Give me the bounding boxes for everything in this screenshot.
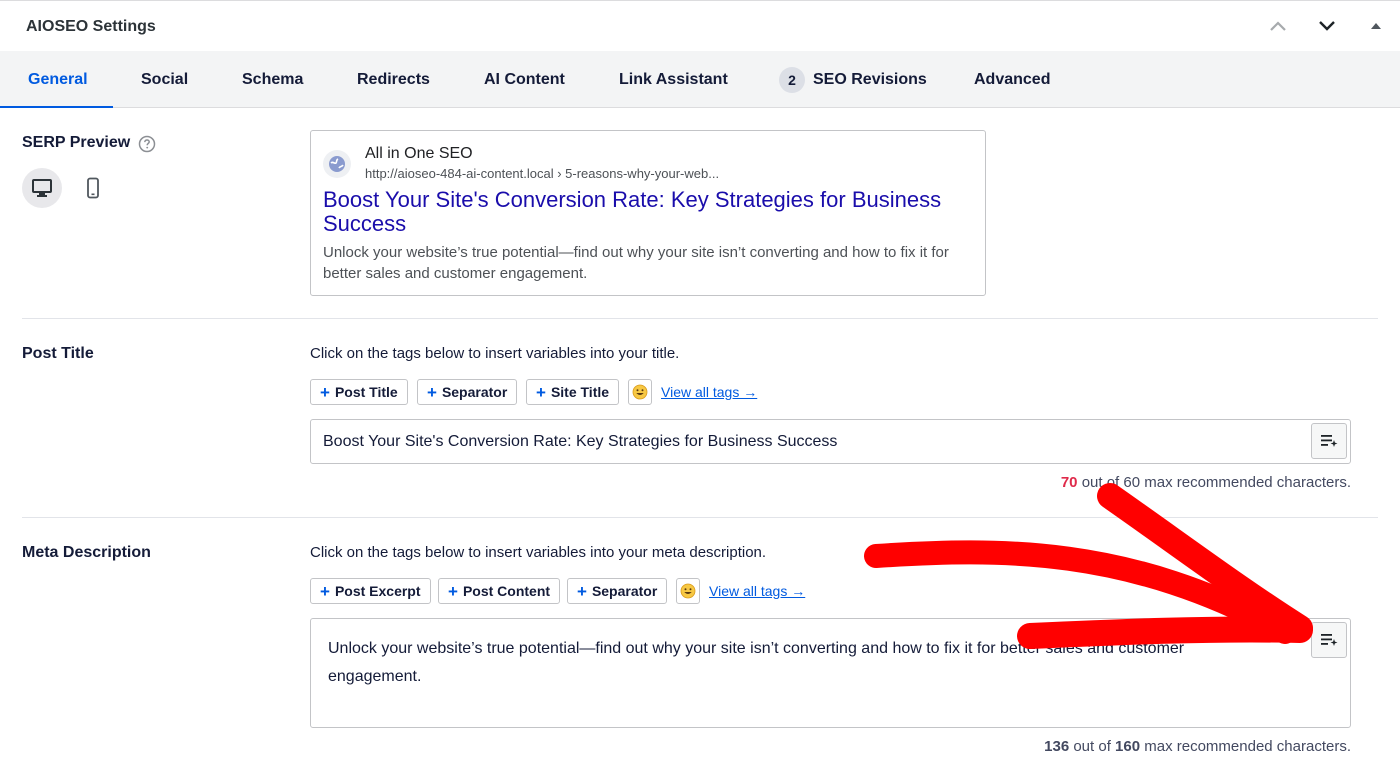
emoji-picker-button[interactable] [628,379,652,405]
caret-up-icon [1371,23,1381,29]
tab-seo-revisions[interactable]: 2 SEO Revisions [779,51,927,108]
tag-label: Post Excerpt [334,583,421,599]
tag-post-excerpt-button[interactable]: + Post Excerpt [310,578,431,604]
post-title-input[interactable]: Boost Your Site's Conversion Rate: Key S… [310,419,1351,464]
serp-description: Unlock your website’s true potential—fin… [323,244,949,282]
title-count-suffix: out of 60 max recommended characters. [1077,474,1351,491]
tab-label: Advanced [974,70,1051,88]
title-char-count: 70 [1060,474,1078,491]
tag-post-content-button[interactable]: + Post Content [438,578,561,604]
serp-url: http://aioseo-484-ai-content.local › 5-r… [365,166,720,181]
emoji-icon [632,384,648,400]
meta-description-label: Meta Description [22,544,151,561]
chevron-up-icon [1270,21,1286,31]
tab-label: SEO Revisions [813,70,927,88]
active-tab-indicator [0,106,113,108]
section-divider [22,517,1378,518]
serp-preview-label: SERP Preview [22,134,131,151]
mobile-icon [87,177,99,199]
emoji-picker-button[interactable] [676,578,700,604]
tag-separator-button[interactable]: + Separator [417,379,518,405]
tab-schema[interactable]: Schema [242,51,303,108]
serp-title[interactable]: Boost Your Site's Conversion Rate: Key S… [323,188,963,236]
desktop-preview-button[interactable] [22,168,62,208]
tag-site-title-button[interactable]: + Site Title [526,379,620,405]
tag-label: Post Title [334,384,398,400]
tag-label: Site Title [550,384,610,400]
plus-icon: + [577,581,587,601]
tab-link-assistant[interactable]: Link Assistant [619,51,728,108]
meta-description-value: Unlock your website’s true potential—fin… [328,640,1185,685]
revisions-count-badge: 2 [779,66,805,93]
tab-advanced[interactable]: Advanced [974,51,1050,108]
ai-generate-description-button[interactable] [1311,622,1347,658]
collapse-panel-button[interactable] [1361,11,1391,41]
tab-label: Link Assistant [619,70,728,88]
serp-preview-card: All in One SEO http://aioseo-484-ai-cont… [310,130,986,296]
plus-icon: + [448,581,458,601]
description-char-count: 136 [1044,738,1070,755]
post-title-label: Post Title [22,345,94,362]
desktop-icon [32,179,52,197]
view-all-tags-link[interactable]: View all tags → [661,384,757,400]
site-favicon [323,150,351,178]
tag-label: Separator [441,384,508,400]
post-title-value: Boost Your Site's Conversion Rate: Key S… [323,433,838,450]
tab-label: General [28,70,88,88]
meta-description-instruction: Click on the tags below to insert variab… [310,544,767,561]
view-all-tags-link[interactable]: View all tags → [709,583,805,599]
tab-general[interactable]: General [28,51,88,108]
tab-ai-content[interactable]: AI Content [484,51,565,108]
tab-redirects[interactable]: Redirects [357,51,430,108]
plus-icon: + [320,382,330,402]
tab-social[interactable]: Social [141,51,188,108]
globe-icon [329,156,345,172]
section-divider [22,318,1378,319]
help-icon[interactable] [138,135,156,153]
panel-header: AIOSEO Settings [0,1,1400,51]
ai-generate-icon [1321,435,1338,447]
tab-label: Social [141,70,189,88]
settings-tabs: General Social Schema Redirects AI Conte… [0,51,1400,108]
tab-label: Schema [242,70,304,88]
mobile-preview-button[interactable] [73,168,113,208]
emoji-icon [680,583,696,599]
tag-separator-button[interactable]: + Separator [567,578,668,604]
description-max-count: 160 [1115,738,1141,755]
meta-description-textarea[interactable]: Unlock your website’s true potential—fin… [310,618,1351,728]
tab-label: Redirects [357,70,430,88]
ai-generate-icon [1321,634,1338,646]
title-character-counter: 70 out of 60 max recommended characters. [1061,474,1351,491]
description-count-mid: out of [1069,738,1116,755]
serp-site-name: All in One SEO [365,145,473,162]
post-title-instruction: Click on the tags below to insert variab… [310,345,680,362]
move-up-button[interactable] [1263,11,1293,41]
tab-label: AI Content [484,70,565,88]
move-down-button[interactable] [1312,11,1342,41]
ai-generate-title-button[interactable] [1311,423,1347,459]
tag-label: Separator [591,583,658,599]
description-count-suffix: max recommended characters. [1140,738,1351,755]
tag-label: Post Content [462,583,551,599]
description-character-counter: 136 out of 160 max recommended character… [1044,738,1351,755]
plus-icon: + [536,382,546,402]
plus-icon: + [427,382,437,402]
plus-icon: + [320,581,330,601]
chevron-down-icon [1319,21,1335,31]
tag-post-title-button[interactable]: + Post Title [310,379,408,405]
panel-title: AIOSEO Settings [26,18,156,35]
